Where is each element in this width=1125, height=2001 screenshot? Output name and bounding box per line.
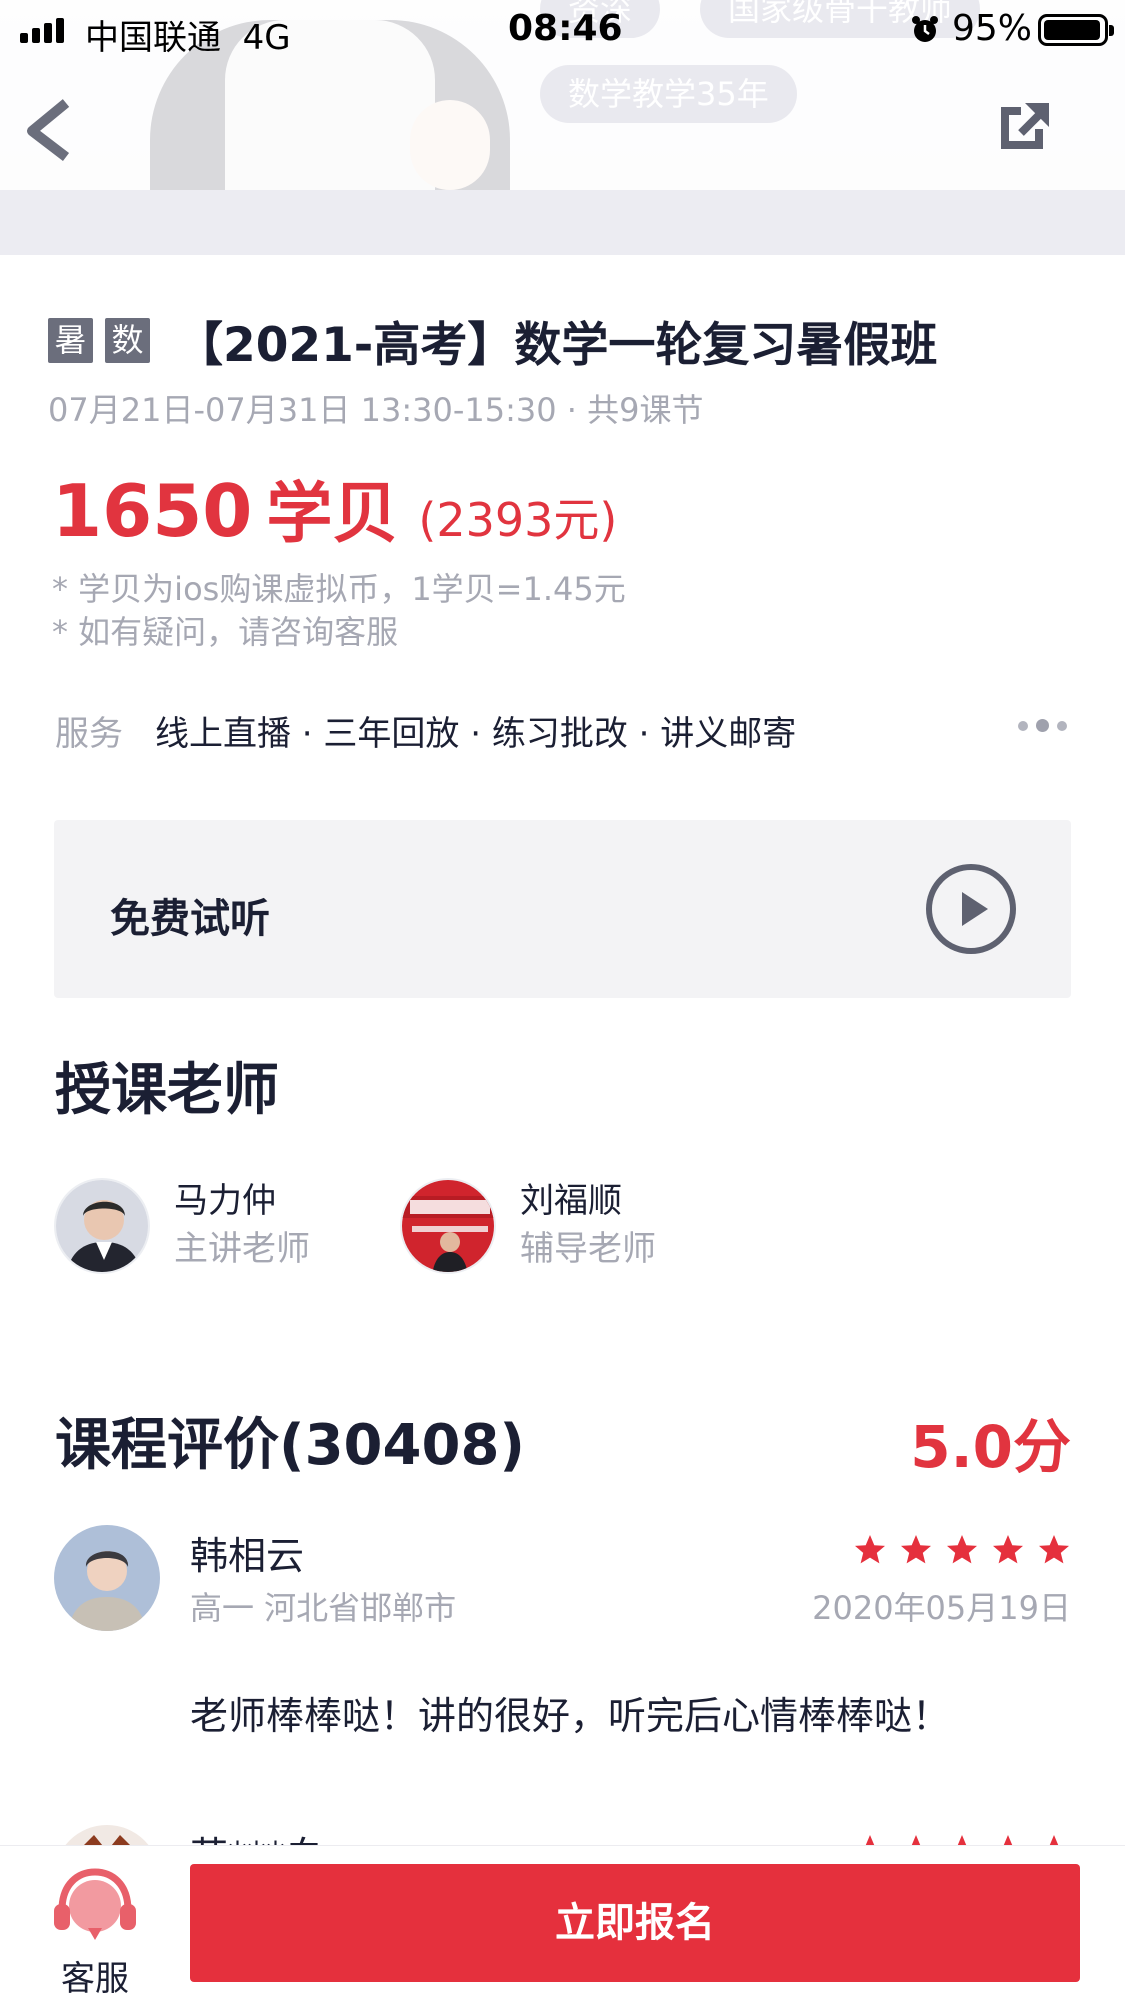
service-row[interactable]: 服务 线上直播 · 三年回放 · 练习批改 · 讲义邮寄 (55, 705, 1075, 755)
course-schedule: 07月21日-07月31日 13:30-15:30 · 共9课节 (48, 391, 704, 429)
reviewer-avatar (54, 1525, 160, 1631)
service-value: 线上直播 · 三年回放 · 练习批改 · 讲义邮寄 (155, 713, 797, 754)
review-body: 老师棒棒哒！讲的很好，听完后心情棒棒哒！ (190, 1694, 951, 1738)
headset-icon (54, 1868, 136, 1940)
price-note: * 学贝为ios购课虚拟币，1学贝=1.45元 (52, 570, 626, 608)
more-icon[interactable] (1018, 719, 1067, 732)
review-date: 2020年05月19日 (812, 1589, 1071, 1627)
status-time: 08:46 (508, 8, 623, 49)
teacher-avatar (400, 1178, 496, 1274)
course-detail-page: 资深 国家级骨干教师 数学教学35年 中国联通 4G 08:46 95% 暑 数… (0, 0, 1125, 2001)
carrier-label: 中国联通 4G (85, 18, 291, 58)
play-icon[interactable] (924, 862, 1018, 956)
chevron-left-icon (27, 99, 70, 161)
star-icon (1039, 1535, 1069, 1564)
price-notes: * 学贝为ios购课虚拟币，1学贝=1.45元 * 如有疑问，请咨询客服 (52, 568, 626, 654)
teacher-name: 马力仲 (174, 1181, 276, 1221)
reviews-score: 5.0分 (910, 1413, 1071, 1481)
share-button[interactable] (995, 95, 1055, 155)
reviewer-name: 韩相云 (190, 1534, 305, 1578)
bottom-action-bar: 客服 立即报名 (0, 1845, 1125, 2001)
status-bar: 中国联通 4G 08:46 95% (0, 0, 1125, 60)
teacher-card[interactable]: 刘福顺 辅导老师 (400, 1178, 656, 1274)
share-icon (1001, 103, 1049, 149)
course-title: 【2021-高考】数学一轮复习暑假班 (176, 317, 938, 373)
teacher-role: 辅导老师 (520, 1229, 656, 1269)
price-amount: 1650 (52, 469, 253, 553)
alarm-icon (912, 16, 938, 42)
price-rmb: (2393元) (418, 493, 618, 547)
teacher-card[interactable]: 马力仲 主讲老师 (54, 1178, 310, 1274)
service-label: 服务 (55, 713, 123, 754)
enroll-button[interactable]: 立即报名 (190, 1864, 1080, 1982)
customer-service-label: 客服 (61, 1959, 129, 1999)
star-icon (993, 1535, 1023, 1564)
teacher-name: 刘福顺 (520, 1181, 622, 1221)
free-trial-card[interactable]: 免费试听 (54, 820, 1071, 998)
battery-percent: 95% (952, 8, 1033, 49)
signal-icon (20, 18, 64, 43)
teacher-avatar (54, 1178, 150, 1274)
free-trial-label: 免费试听 (110, 896, 270, 942)
teachers-section-title: 授课老师 (55, 1058, 279, 1123)
subject-tag: 数 (105, 317, 150, 363)
teacher-role: 主讲老师 (174, 1229, 310, 1269)
star-icon (901, 1535, 931, 1564)
teacher-badge-chip: 数学教学35年 (540, 65, 797, 123)
battery-icon (1038, 14, 1114, 46)
course-title-row: 暑 数 【2021-高考】数学一轮复习暑假班 (48, 315, 937, 373)
price-row: 1650 学贝 (2393元) (52, 460, 617, 556)
reviewer-meta: 高一 河北省邯郸市 (190, 1589, 457, 1627)
star-icon (855, 1535, 885, 1564)
back-button[interactable] (22, 95, 82, 165)
reviews-section-title: 课程评价(30408) (55, 1413, 526, 1478)
season-tag: 暑 (48, 317, 93, 363)
customer-service-button[interactable]: 客服 (40, 1866, 150, 1999)
price-unit: 学贝 (266, 475, 399, 552)
review-rating (853, 1533, 1071, 1567)
star-icon (947, 1535, 977, 1564)
price-note: * 如有疑问，请咨询客服 (52, 613, 399, 651)
